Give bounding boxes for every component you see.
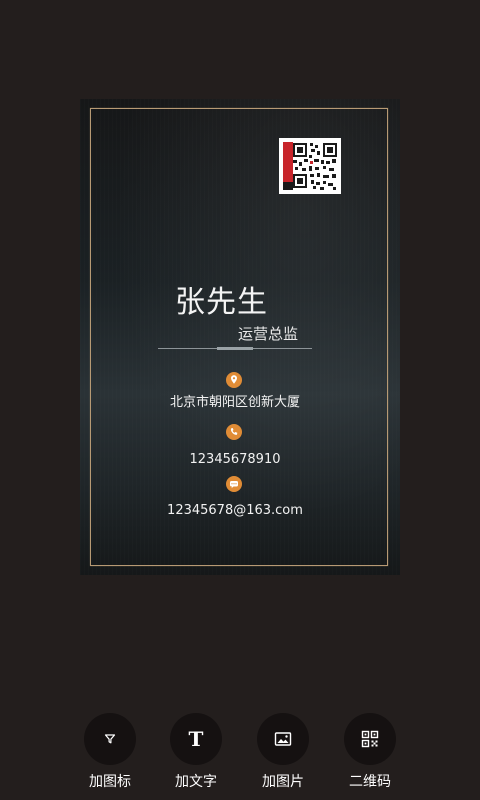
qr-code-label: 二维码 — [349, 774, 391, 790]
location-pin-icon — [226, 372, 242, 388]
card-address[interactable]: 北京市朝阳区创新大厦 — [120, 394, 350, 412]
qr-code-icon[interactable] — [344, 713, 396, 765]
add-icon-label: 加图标 — [89, 774, 131, 790]
add-image-button[interactable]: 加图片 — [247, 713, 319, 797]
business-card[interactable]: 张先生 运营总监 北京市朝阳区创新大厦 12345678910 12345678… — [80, 99, 400, 575]
phone-icon — [226, 424, 242, 440]
text-icon[interactable]: T — [170, 713, 222, 765]
card-name[interactable]: 张先生 — [175, 285, 295, 321]
card-job-title[interactable]: 运营总监 — [238, 324, 338, 344]
card-email[interactable]: 12345678@163.com — [120, 502, 350, 520]
add-text-button[interactable]: T 加文字 — [160, 713, 232, 797]
qr-code-button[interactable]: 二维码 — [334, 713, 406, 797]
image-icon[interactable] — [257, 713, 309, 765]
add-image-label: 加图片 — [262, 774, 304, 790]
qr-code[interactable] — [279, 138, 341, 194]
chat-bubble-icon — [226, 476, 242, 492]
add-icon-button[interactable]: 加图标 — [74, 713, 146, 797]
card-phone[interactable]: 12345678910 — [120, 451, 350, 469]
add-text-label: 加文字 — [175, 774, 217, 790]
funnel-icon[interactable] — [84, 713, 136, 765]
card-divider-accent — [217, 347, 253, 350]
